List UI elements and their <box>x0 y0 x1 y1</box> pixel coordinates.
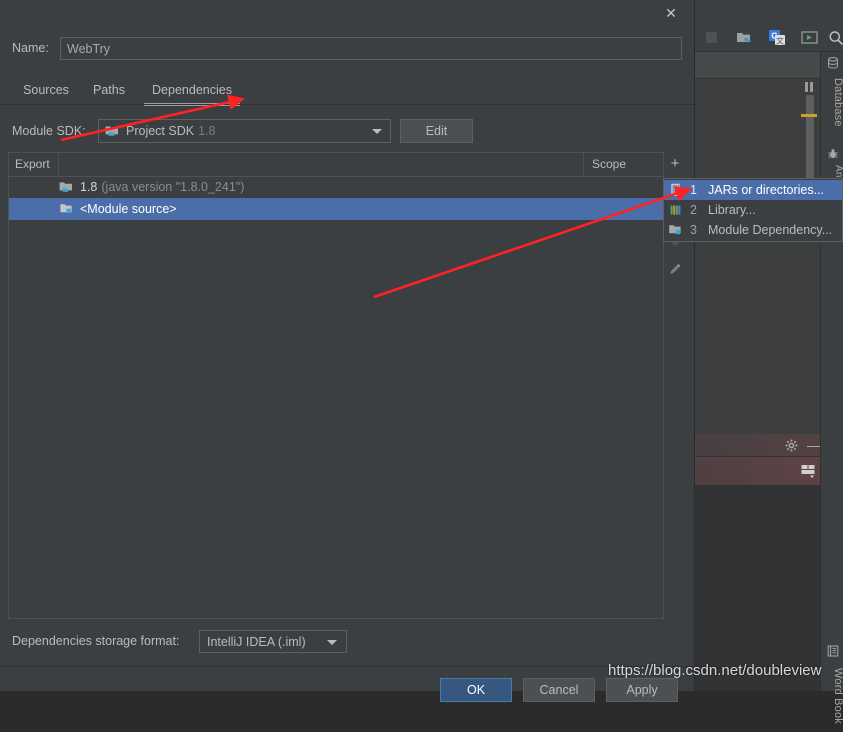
watermark-text: https://blog.csdn.net/doubleview <box>608 662 821 679</box>
menu-item-label: JARs or directories... <box>708 183 824 197</box>
ide-window-titlebar: — ✕ <box>694 0 843 24</box>
module-sdk-label: Module SDK: <box>12 124 86 138</box>
pencil-icon[interactable] <box>664 258 686 280</box>
module-sdk-version: 1.8 <box>198 124 215 138</box>
tab-dependencies[interactable]: Dependencies <box>140 78 244 104</box>
jar-file-icon <box>668 183 684 197</box>
add-dependency-button[interactable]: + <box>664 153 686 174</box>
table-header-row: Export Scope <box>9 153 685 177</box>
java-sdk-folder-icon <box>105 124 121 138</box>
table-row[interactable]: 1.8 (java version "1.8.0_241") <box>9 176 685 198</box>
book-icon <box>826 644 839 657</box>
rail-tab-word-book[interactable]: Word Book <box>821 660 843 732</box>
menu-item-number: 3 <box>690 223 702 237</box>
library-bars-icon <box>668 203 684 217</box>
menu-item-number: 1 <box>690 183 702 197</box>
dependencies-table: Export Scope 1.8 (java version "1.8.0_24… <box>8 152 686 619</box>
row-sublabel: (java version "1.8.0_241") <box>101 180 244 194</box>
chevron-down-icon <box>372 129 382 134</box>
stop-icon[interactable] <box>703 29 720 46</box>
folder-icon[interactable] <box>736 29 753 46</box>
dialog-titlebar: ✕ <box>0 0 694 26</box>
ide-toolbar: G 文 <box>694 24 843 52</box>
footer-divider <box>0 666 694 667</box>
ok-button[interactable]: OK <box>440 678 512 702</box>
name-label: Name: <box>12 41 49 55</box>
table-row[interactable]: <Module source> <box>9 198 685 220</box>
tab-paths[interactable]: Paths <box>86 78 132 104</box>
storage-format-value: IntelliJ IDEA (.iml) <box>207 635 306 649</box>
table-body: 1.8 (java version "1.8.0_241") <Module s… <box>9 176 685 618</box>
run-icon[interactable] <box>801 29 818 46</box>
column-header-export[interactable]: Export <box>9 153 59 176</box>
tab-sources[interactable]: Sources <box>14 78 78 104</box>
module-dependency-icon <box>668 223 684 237</box>
cancel-button[interactable]: Cancel <box>523 678 595 702</box>
tabs-divider <box>0 104 694 105</box>
storage-format-dropdown[interactable]: IntelliJ IDEA (.iml) <box>199 630 347 653</box>
module-sdk-value: Project SDK <box>126 124 194 138</box>
java-sdk-folder-icon <box>59 180 75 194</box>
menu-item-module-dependency[interactable]: 3 Module Dependency... <box>664 220 842 240</box>
menu-item-number: 2 <box>690 203 702 217</box>
menu-item-label: Module Dependency... <box>708 223 832 237</box>
menu-item-jars-or-directories[interactable]: 1 JARs or directories... <box>664 180 842 200</box>
svg-text:文: 文 <box>776 35 784 45</box>
column-header-scope[interactable]: Scope <box>584 153 664 176</box>
column-header-name <box>59 153 584 176</box>
ide-panel-subheader <box>694 457 820 486</box>
layout-icon[interactable] <box>800 463 816 479</box>
name-input[interactable] <box>60 37 682 60</box>
bug-icon[interactable] <box>826 147 839 160</box>
module-settings-dialog: ✕ Name: Sources Paths Dependencies Modul… <box>0 0 695 691</box>
close-icon[interactable]: ✕ <box>658 2 684 24</box>
ide-editor-tab-strip <box>694 52 820 79</box>
module-sdk-dropdown[interactable]: Project SDK 1.8 <box>98 119 391 143</box>
gear-icon[interactable] <box>784 438 798 452</box>
row-label: 1.8 <box>80 180 97 194</box>
rail-tab-database[interactable]: Database <box>821 71 843 133</box>
ide-right-tool-rail: Database Ant <box>820 52 843 691</box>
google-translate-icon[interactable]: G 文 <box>769 29 786 46</box>
search-icon[interactable] <box>827 29 843 46</box>
storage-format-label: Dependencies storage format: <box>12 634 179 648</box>
editor-scrollbar[interactable] <box>806 95 814 185</box>
apply-button[interactable]: Apply <box>606 678 678 702</box>
ide-panel-header: — <box>694 434 820 457</box>
menu-item-library[interactable]: 2 Library... <box>664 200 842 220</box>
minimize-icon[interactable]: — <box>807 438 821 452</box>
dialog-tabs: Sources Paths Dependencies <box>0 78 694 104</box>
editor-warning-marker <box>801 114 817 117</box>
module-source-folder-icon <box>59 202 75 216</box>
edit-sdk-button[interactable]: Edit <box>400 119 473 143</box>
ide-panel-body <box>694 486 820 691</box>
add-dependency-popup-menu: 1 JARs or directories... 2 Library... 3 … <box>663 178 843 242</box>
chevron-down-icon <box>327 640 337 645</box>
ide-editor-area <box>694 79 820 434</box>
menu-item-label: Library... <box>708 203 756 217</box>
pause-icon <box>805 82 815 92</box>
database-icon <box>826 56 839 69</box>
row-label: <Module source> <box>80 202 177 216</box>
